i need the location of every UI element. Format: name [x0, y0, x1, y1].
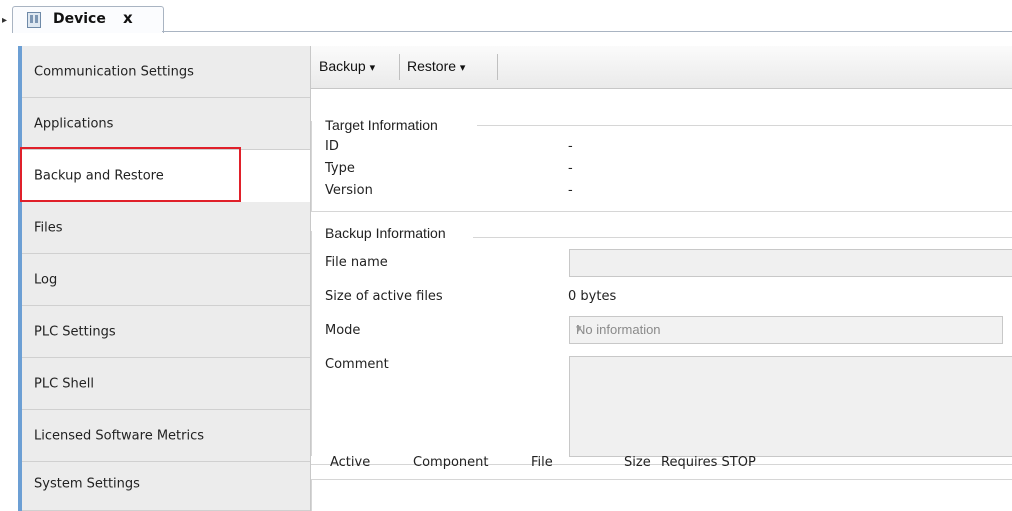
backup-button-label: Backup — [319, 58, 366, 74]
sidebar-item-files[interactable]: Files — [22, 202, 310, 254]
tab-overflow-arrow-icon[interactable]: ▸ — [2, 16, 7, 26]
sidebar-item-label: PLC Shell — [34, 376, 95, 391]
tab-strip-divider — [162, 31, 1012, 32]
close-icon[interactable]: x — [123, 9, 133, 27]
sidebar-item-label: Files — [34, 220, 63, 235]
sidebar-item-label: PLC Settings — [34, 324, 116, 339]
sidebar-item-system-settings[interactable]: System Settings — [22, 462, 310, 511]
column-header-component[interactable]: Component — [413, 455, 488, 470]
restore-button-label: Restore — [407, 58, 457, 74]
size-value: 0 bytes — [568, 289, 617, 304]
file-name-label: File name — [325, 255, 388, 270]
id-value: - — [568, 139, 573, 154]
sidebar-item-applications[interactable]: Applications — [22, 98, 310, 150]
chevron-down-icon: ▾ — [369, 62, 376, 74]
type-label: Type — [325, 161, 355, 176]
sidebar-item-label: System Settings — [34, 476, 140, 492]
mode-label: Mode — [325, 323, 361, 338]
sidebar-item-label: Backup and Restore — [34, 168, 164, 183]
group-border-left — [311, 121, 312, 211]
toolbar: Backup ▾ Restore ▾ — [311, 46, 1012, 89]
target-information-title: Target Information — [325, 117, 438, 133]
sidebar-item-plc-shell[interactable]: PLC Shell — [22, 358, 310, 410]
comment-field[interactable] — [569, 356, 1012, 457]
restore-button[interactable]: Restore ▾ — [407, 58, 465, 74]
device-sidebar: Communication Settings Applications Back… — [18, 46, 314, 511]
sidebar-item-label: Applications — [34, 116, 114, 131]
backup-information-title: Backup Information — [325, 225, 446, 241]
sidebar-item-label: Communication Settings — [34, 64, 194, 79]
column-header-active[interactable]: Active — [330, 455, 370, 470]
table-border-left — [311, 479, 312, 511]
sidebar-item-label: Licensed Software Metrics — [34, 428, 205, 443]
column-header-size[interactable]: Size — [624, 455, 651, 470]
toolbar-separator — [399, 54, 400, 80]
tab-title: Device — [53, 11, 106, 27]
type-value: - — [568, 161, 573, 176]
file-name-field[interactable] — [569, 249, 1012, 277]
chevron-down-icon: ▾ — [459, 62, 466, 74]
backup-restore-panel: Backup ▾ Restore ▾ Target Information ID… — [310, 46, 1012, 511]
sidebar-item-log[interactable]: Log — [22, 254, 310, 306]
sidebar-item-label: Log — [34, 272, 58, 287]
version-value: - — [568, 183, 573, 198]
tab-device[interactable]: Device x — [12, 6, 164, 33]
group-border-bottom — [311, 211, 1012, 212]
sidebar-item-plc-settings[interactable]: PLC Settings — [22, 306, 310, 358]
comment-label: Comment — [325, 357, 389, 372]
version-label: Version — [325, 183, 373, 198]
column-header-file[interactable]: File — [531, 455, 553, 470]
backup-button[interactable]: Backup ▾ — [319, 58, 375, 74]
sidebar-item-backup-and-restore[interactable]: Backup and Restore — [22, 150, 314, 202]
editor-tab-strip: ▸ Device x — [0, 0, 1012, 33]
id-label: ID — [325, 139, 339, 154]
size-label: Size of active files — [325, 289, 443, 304]
chevron-down-icon: ▾ — [576, 323, 582, 335]
sidebar-item-licensed-software-metrics[interactable]: Licensed Software Metrics — [22, 410, 310, 462]
mode-select[interactable]: No information ▾ — [569, 316, 1003, 344]
toolbar-separator — [497, 54, 498, 80]
column-header-requires-stop[interactable]: Requires STOP — [661, 455, 756, 470]
table-border-top — [311, 479, 1012, 480]
sidebar-item-communication-settings[interactable]: Communication Settings — [22, 46, 310, 98]
group-border-left — [311, 231, 312, 456]
group-title-rule — [477, 125, 1012, 126]
device-icon — [27, 12, 41, 28]
group-title-rule — [473, 237, 1012, 238]
